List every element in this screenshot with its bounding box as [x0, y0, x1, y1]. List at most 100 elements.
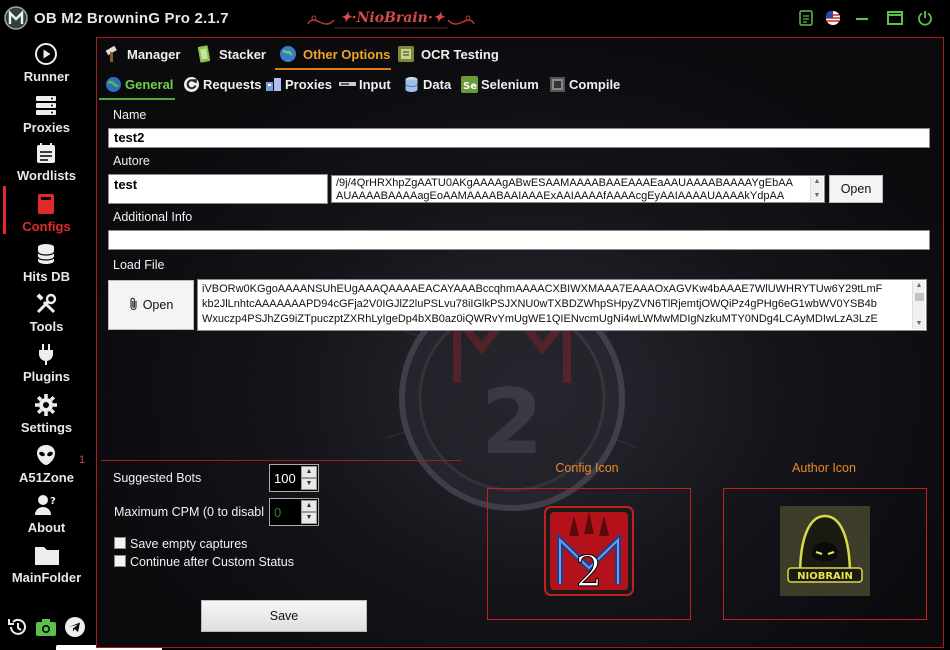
paperclip-icon: [129, 297, 139, 314]
tab-selenium[interactable]: Se Selenium: [461, 72, 539, 98]
load-file-line: iVBORw0KGgoAAAANSUhEUgAAAQAAAAEACAYAAABc…: [202, 283, 883, 295]
ocr-icon: [397, 45, 415, 63]
autore-image-data-field[interactable]: /9j/4QrHRXhpZgAATU0AKgAAAAgABwESAAMAAAAB…: [331, 175, 825, 203]
load-file-label: Load File: [113, 258, 165, 272]
tab-stacker[interactable]: Stacker: [195, 42, 266, 68]
sidebar-item-plugins[interactable]: Plugins: [0, 338, 93, 388]
save-button[interactable]: Save: [201, 600, 367, 632]
sidebar-item-hits-db[interactable]: Hits DB: [0, 238, 93, 288]
tab-label: General: [125, 77, 174, 92]
save-empty-captures-checkbox[interactable]: [114, 537, 126, 549]
alien-icon: [34, 443, 58, 467]
autore-scrollbar[interactable]: ▲ ▼: [810, 177, 823, 201]
hammer-icon: [103, 45, 121, 63]
sidebar: Runner Proxies Wordlists Configs Hits DB…: [0, 36, 93, 650]
history-icon[interactable]: [7, 616, 29, 638]
decrement-icon[interactable]: ▼: [301, 512, 317, 524]
refresh-icon: [183, 76, 200, 93]
maximize-icon[interactable]: [885, 8, 905, 28]
load-file-line: Wxuczp4PSJhZG9iZTpuczptZXRhLyIgeDp4bXB0a…: [202, 313, 878, 325]
compile-icon: [549, 76, 566, 93]
max-cpm-label: Maximum CPM (0 to disabl: [114, 505, 265, 519]
continue-custom-status-checkbox[interactable]: [114, 555, 126, 567]
book-icon: [34, 192, 58, 216]
author-icon-image: NIOBRAIN: [780, 506, 870, 596]
sidebar-item-tools[interactable]: Tools: [0, 288, 93, 338]
selenium-icon: Se: [461, 76, 478, 93]
tab-label: Stacker: [219, 47, 266, 62]
scroll-up-icon[interactable]: ▲: [913, 281, 925, 291]
autore-open-button[interactable]: Open: [829, 175, 883, 203]
sidebar-item-label: About: [27, 520, 66, 535]
config-icon-frame[interactable]: 2: [487, 488, 691, 620]
scroll-down-icon[interactable]: ▼: [811, 191, 823, 201]
sidebar-item-runner[interactable]: Runner: [0, 38, 93, 88]
svg-text:?: ?: [50, 496, 56, 507]
sidebar-item-wordlists[interactable]: Wordlists: [0, 137, 93, 187]
scroll-up-icon[interactable]: ▲: [811, 177, 823, 187]
sidebar-item-proxies[interactable]: Proxies: [0, 89, 93, 139]
title-bar: OB M2 BrowninG Pro 2.1.7 ✦·NioBrain·✦: [0, 0, 950, 36]
tab-input[interactable]: Input: [339, 72, 391, 98]
increment-icon[interactable]: ▲: [301, 466, 317, 478]
tab-label: Manager: [127, 47, 181, 62]
tab-compile[interactable]: Compile: [549, 72, 623, 98]
input-icon: [339, 76, 356, 93]
language-flag-icon[interactable]: [823, 8, 843, 28]
sidebar-item-mainfolder[interactable]: MainFolder: [0, 539, 93, 589]
author-icon-label: Author Icon: [792, 461, 856, 475]
network-icon: [265, 76, 282, 93]
sidebar-item-label: Hits DB: [23, 269, 70, 284]
telegram-icon[interactable]: [64, 616, 86, 638]
tab-data[interactable]: Data: [403, 72, 453, 98]
autore-image-line: AUAAAABAAAAagEoAAMAAAABAAIAAAExAAIAAAAfA…: [336, 190, 785, 202]
name-field[interactable]: test2: [108, 128, 930, 148]
load-file-open-button[interactable]: Open: [108, 280, 194, 330]
tab-manager[interactable]: Manager: [103, 42, 185, 68]
tab-other-options[interactable]: Other Options: [275, 42, 391, 70]
load-file-open-label: Open: [142, 298, 174, 312]
tab-requests[interactable]: Requests: [183, 72, 262, 98]
sidebar-item-label: Settings: [20, 420, 73, 435]
decrement-icon[interactable]: ▼: [301, 478, 317, 490]
continue-custom-status-label: Continue after Custom Status: [130, 555, 294, 569]
sidebar-item-about[interactable]: ? About: [0, 489, 93, 539]
load-file-data-field[interactable]: iVBORw0KGgoAAAANSUhEUgAAAQAAAAEACAYAAABc…: [197, 279, 927, 331]
increment-icon[interactable]: ▲: [301, 500, 317, 512]
sidebar-item-label: MainFolder: [11, 570, 82, 585]
scroll-down-icon[interactable]: ▼: [913, 319, 925, 329]
tab-proxies[interactable]: Proxies: [265, 72, 332, 98]
data-cylinder-icon: [403, 76, 420, 93]
user-question-icon: ?: [34, 493, 58, 517]
autore-field[interactable]: test: [108, 174, 328, 204]
tab-label: Input: [359, 77, 391, 92]
tools-icon: [34, 292, 58, 316]
minimize-icon[interactable]: [852, 8, 872, 28]
svg-text:Se: Se: [463, 81, 477, 92]
power-close-icon[interactable]: [915, 8, 935, 28]
max-cpm-stepper[interactable]: 0 ▲ ▼: [269, 498, 319, 526]
author-icon-frame[interactable]: NIOBRAIN: [723, 488, 927, 620]
camera-icon[interactable]: [35, 616, 57, 638]
sidebar-item-label: Tools: [29, 319, 64, 334]
sidebar-item-label: Plugins: [23, 369, 70, 384]
app-title: OB M2 BrowninG Pro 2.1.7: [34, 10, 229, 27]
brand-text: ✦·NioBrain·✦: [340, 10, 445, 26]
sidebar-item-settings[interactable]: Settings: [0, 389, 93, 439]
sidebar-item-configs[interactable]: Configs: [0, 188, 93, 238]
server-icon: [34, 93, 58, 117]
additional-info-field[interactable]: [108, 230, 930, 250]
tab-ocr-testing[interactable]: OCR Testing: [397, 42, 499, 68]
load-file-scrollbar[interactable]: ▲ ▼: [912, 281, 925, 329]
notes-icon[interactable]: [796, 8, 816, 28]
tab-label: Other Options: [303, 47, 391, 62]
scroll-thumb[interactable]: [915, 293, 924, 301]
section-divider: [101, 460, 461, 461]
play-icon: [34, 42, 58, 66]
tab-general[interactable]: General: [99, 72, 175, 100]
tab-label: Proxies: [285, 77, 332, 92]
sidebar-item-label: Runner: [23, 69, 70, 84]
suggested-bots-stepper[interactable]: 100 ▲ ▼: [269, 464, 319, 492]
a51zone-badge: 1: [79, 454, 86, 466]
load-file-line: kb2JlLnhtcAAAAAAAPD94cGFja2V0IGJlZ2luPSL…: [202, 298, 877, 310]
